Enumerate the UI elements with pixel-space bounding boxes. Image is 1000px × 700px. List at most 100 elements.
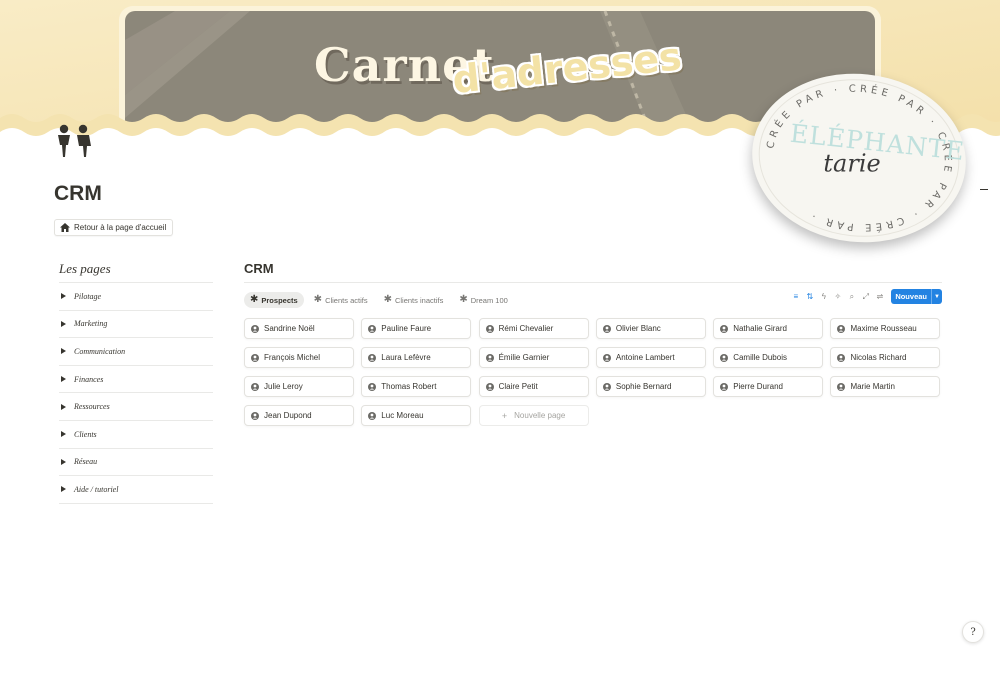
sidebar-item-pilotage[interactable]: Pilotage [59,283,213,311]
settings-icon[interactable]: ⇌ [874,290,885,304]
help-icon: ? [970,626,976,638]
gallery-card[interactable]: Jean Dupond [244,405,354,426]
tab-label: Clients inactifs [394,295,444,305]
home-button[interactable]: Retour à la page d'accueil [54,219,174,236]
gallery-card[interactable]: François Michel [244,347,354,368]
sidebar-item-label: Réseau [74,457,98,467]
sidebar-item-label: Clients [74,429,97,439]
tab-label: Prospects [261,295,298,305]
gallery-card[interactable]: Claire Petit [478,376,589,397]
card-title: François Michel [264,353,321,362]
gallery-card[interactable]: Sophie Bernard [595,376,706,397]
sidebar-item-label: Ressources [74,402,110,412]
toggle-arrow-icon [61,403,66,410]
sidebar-item-label: Communication [74,346,126,356]
gallery-card[interactable]: Antoine Lambert [595,347,706,368]
pages-sidebar: Les pages Pilotage Marketing Communicati… [59,261,213,504]
sidebar-item-reseau[interactable]: Réseau [59,449,213,477]
card-title: Laura Lefèvre [381,353,431,362]
card-title: Antoine Lambert [615,353,675,362]
filter-icon[interactable]: ≡ [790,290,801,304]
new-page-card[interactable]: + Nouvelle page [478,405,589,426]
search-icon[interactable]: ⌕ [846,290,857,304]
asterisk-icon: ✱ [459,294,468,305]
gallery-card[interactable]: Pierre Durand [713,376,824,397]
chevron-down-icon[interactable]: ▼ [931,289,942,304]
person-icon [368,324,377,333]
card-title: Nicolas Richard [850,353,907,362]
gallery-card[interactable]: Sandrine Noël [244,318,354,339]
gallery-card[interactable]: Pauline Faure [361,318,472,339]
sidebar-item-label: Aide / tutoriel [74,484,119,494]
sidebar-item-marketing[interactable]: Marketing [59,311,213,339]
gallery-card[interactable]: Maxime Rousseau [830,318,941,339]
toggle-arrow-icon [61,348,66,355]
view-tabs: ✱ Prospects ✱ Clients actifs ✱ Clients inac… [244,292,514,308]
card-title: Luc Moreau [381,411,424,420]
person-icon [837,353,846,362]
card-title: Pauline Faure [381,324,432,333]
person-icon [720,353,729,362]
gallery-card[interactable]: Rémi Chevalier [478,318,589,339]
person-icon [720,324,729,333]
sidebar-item-ressources[interactable]: Ressources [59,393,213,421]
card-title: Olivier Blanc [615,324,661,333]
sidebar-item-label: Finances [74,374,104,384]
sidebar-item-communication[interactable]: Communication [59,338,213,366]
person-icon [485,353,494,362]
gallery-card[interactable]: Nicolas Richard [830,347,941,368]
toggle-arrow-icon [61,431,66,438]
tab-dream-100[interactable]: ✱ Dream 100 [453,292,514,308]
gallery-card[interactable]: Olivier Blanc [595,318,706,339]
gallery-card[interactable]: Julie Leroy [244,376,354,397]
toggle-arrow-icon [61,376,66,383]
tab-clients-actifs[interactable]: ✱ Clients actifs [308,292,374,308]
person-icon [485,324,494,333]
database-toolbar: ✱ Prospects ✱ Clients actifs ✱ Clients inac… [244,283,942,311]
people-icon [58,124,91,157]
person-icon [837,324,846,333]
page-title: CRM [54,182,102,205]
gallery-card[interactable]: Marie Martin [830,376,941,397]
database-title[interactable]: CRM [244,261,942,283]
new-button-label: Nouveau [891,289,931,304]
automation-icon[interactable]: ϟ [818,290,829,304]
gallery-card[interactable]: Laura Lefèvre [361,347,472,368]
new-page-label: Nouvelle page [514,411,566,420]
gallery-grid: Sandrine Noël Pauline Faure Rémi Chevalier… [244,318,942,426]
expand-icon[interactable]: ⤢ [860,290,871,304]
asterisk-icon: ✱ [250,294,259,305]
stamp-script: tarie [823,149,881,178]
help-button[interactable]: ? [962,621,984,643]
person-icon [720,382,729,391]
tab-clients-inactifs[interactable]: ✱ Clients inactifs [378,292,450,308]
toggle-arrow-icon [61,320,66,327]
tab-prospects[interactable]: ✱ Prospects [244,292,304,308]
new-button[interactable]: Nouveau ▼ [891,289,942,304]
gallery-card[interactable]: Camille Dubois [713,347,824,368]
divider-mark [980,189,988,190]
person-icon [251,411,259,420]
sidebar-item-finances[interactable]: Finances [59,366,213,394]
sidebar-item-aide[interactable]: Aide / tutoriel [59,476,213,504]
asterisk-icon: ✱ [313,294,323,305]
sidebar-item-clients[interactable]: Clients [59,421,213,449]
card-title: Julie Leroy [264,382,303,391]
creator-stamp: CRÉE PAR · CRÉE PAR · CRÉE PAR · CRÉE PA… [743,63,975,253]
card-title: Marie Martin [850,382,895,391]
card-title: Claire Petit [498,382,538,391]
sidebar-item-label: Pilotage [74,291,102,301]
gallery-card[interactable]: Nathalie Girard [713,318,824,339]
ai-sparkle-icon[interactable]: ✧ [832,290,843,304]
gallery-card[interactable]: Émilie Garnier [478,347,589,368]
tab-label: Clients actifs [325,295,368,305]
sidebar-item-label: Marketing [74,319,108,329]
person-icon [368,411,377,420]
gallery-card[interactable]: Thomas Robert [361,376,472,397]
person-icon [251,353,259,362]
person-icon [251,324,259,333]
gallery-card[interactable]: Luc Moreau [361,405,472,426]
crm-database: CRM ✱ Prospects ✱ Clients actifs ✱ Clients … [244,261,942,426]
card-title: Pierre Durand [733,382,783,391]
sort-icon[interactable]: ⇅ [804,290,815,304]
